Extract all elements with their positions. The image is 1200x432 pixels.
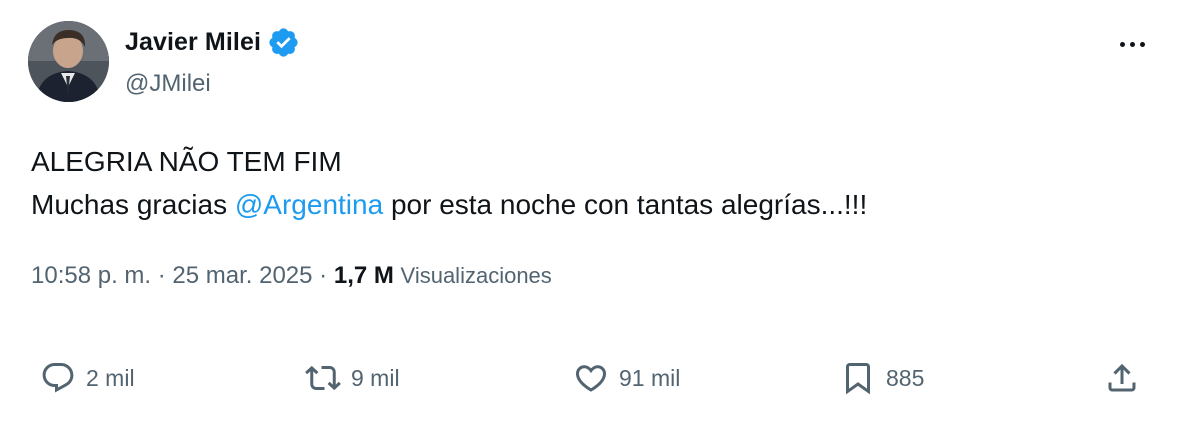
reply-button[interactable]: 2 mil	[40, 356, 135, 400]
heart-icon	[575, 365, 607, 392]
repost-icon	[305, 365, 341, 391]
share-icon	[1108, 363, 1136, 392]
views-count[interactable]: 1,7 M	[334, 262, 394, 289]
mention-link[interactable]: @Argentina	[235, 189, 383, 220]
tweet-meta: 10:58 p. m. · 25 mar. 2025 · 1,7 M Visua…	[31, 262, 552, 290]
tweet-text: ALEGRIA NÃO TEM FIM Muchas gracias @Arge…	[31, 140, 867, 226]
tweet-time[interactable]: 10:58 p. m.	[31, 262, 151, 289]
tweet-text-after-mention: por esta noche con tantas alegrías...!!!	[383, 189, 868, 220]
reply-count: 2 mil	[86, 364, 135, 391]
share-button[interactable]	[1104, 356, 1140, 400]
repost-button[interactable]: 9 mil	[305, 356, 400, 400]
bookmark-button[interactable]: 885	[840, 356, 924, 400]
like-count: 91 mil	[619, 364, 681, 391]
views-label[interactable]: Visualizaciones	[401, 263, 552, 288]
verified-badge-icon[interactable]	[267, 26, 300, 59]
bookmark-icon	[846, 363, 870, 395]
meta-separator: ·	[312, 262, 334, 289]
more-icon-dot	[1139, 41, 1145, 47]
author-display-name[interactable]: Javier Milei	[125, 28, 261, 57]
repost-count: 9 mil	[351, 364, 400, 391]
meta-separator: ·	[151, 262, 173, 289]
reply-icon	[42, 363, 74, 393]
more-icon-dot	[1129, 41, 1135, 47]
tweet-card: Javier Milei @JMilei ALEGRIA NÃO TEM FIM…	[0, 0, 1200, 432]
bookmark-count: 885	[886, 364, 925, 391]
like-button[interactable]: 91 mil	[573, 356, 680, 400]
more-icon	[1119, 41, 1125, 47]
tweet-text-line-1: ALEGRIA NÃO TEM FIM	[31, 146, 342, 177]
more-options-button[interactable]	[1110, 30, 1154, 58]
author-name-row: Javier Milei	[125, 26, 300, 59]
tweet-text-line-2: Muchas gracias @Argentina por esta noche…	[31, 183, 867, 226]
author-handle[interactable]: @JMilei	[125, 70, 211, 98]
tweet-date[interactable]: 25 mar. 2025	[172, 262, 312, 289]
action-bar: 2 mil 9 mil 91 mil 885	[0, 356, 1200, 400]
avatar[interactable]	[28, 21, 109, 102]
tweet-text-before-mention: Muchas gracias	[31, 189, 235, 220]
